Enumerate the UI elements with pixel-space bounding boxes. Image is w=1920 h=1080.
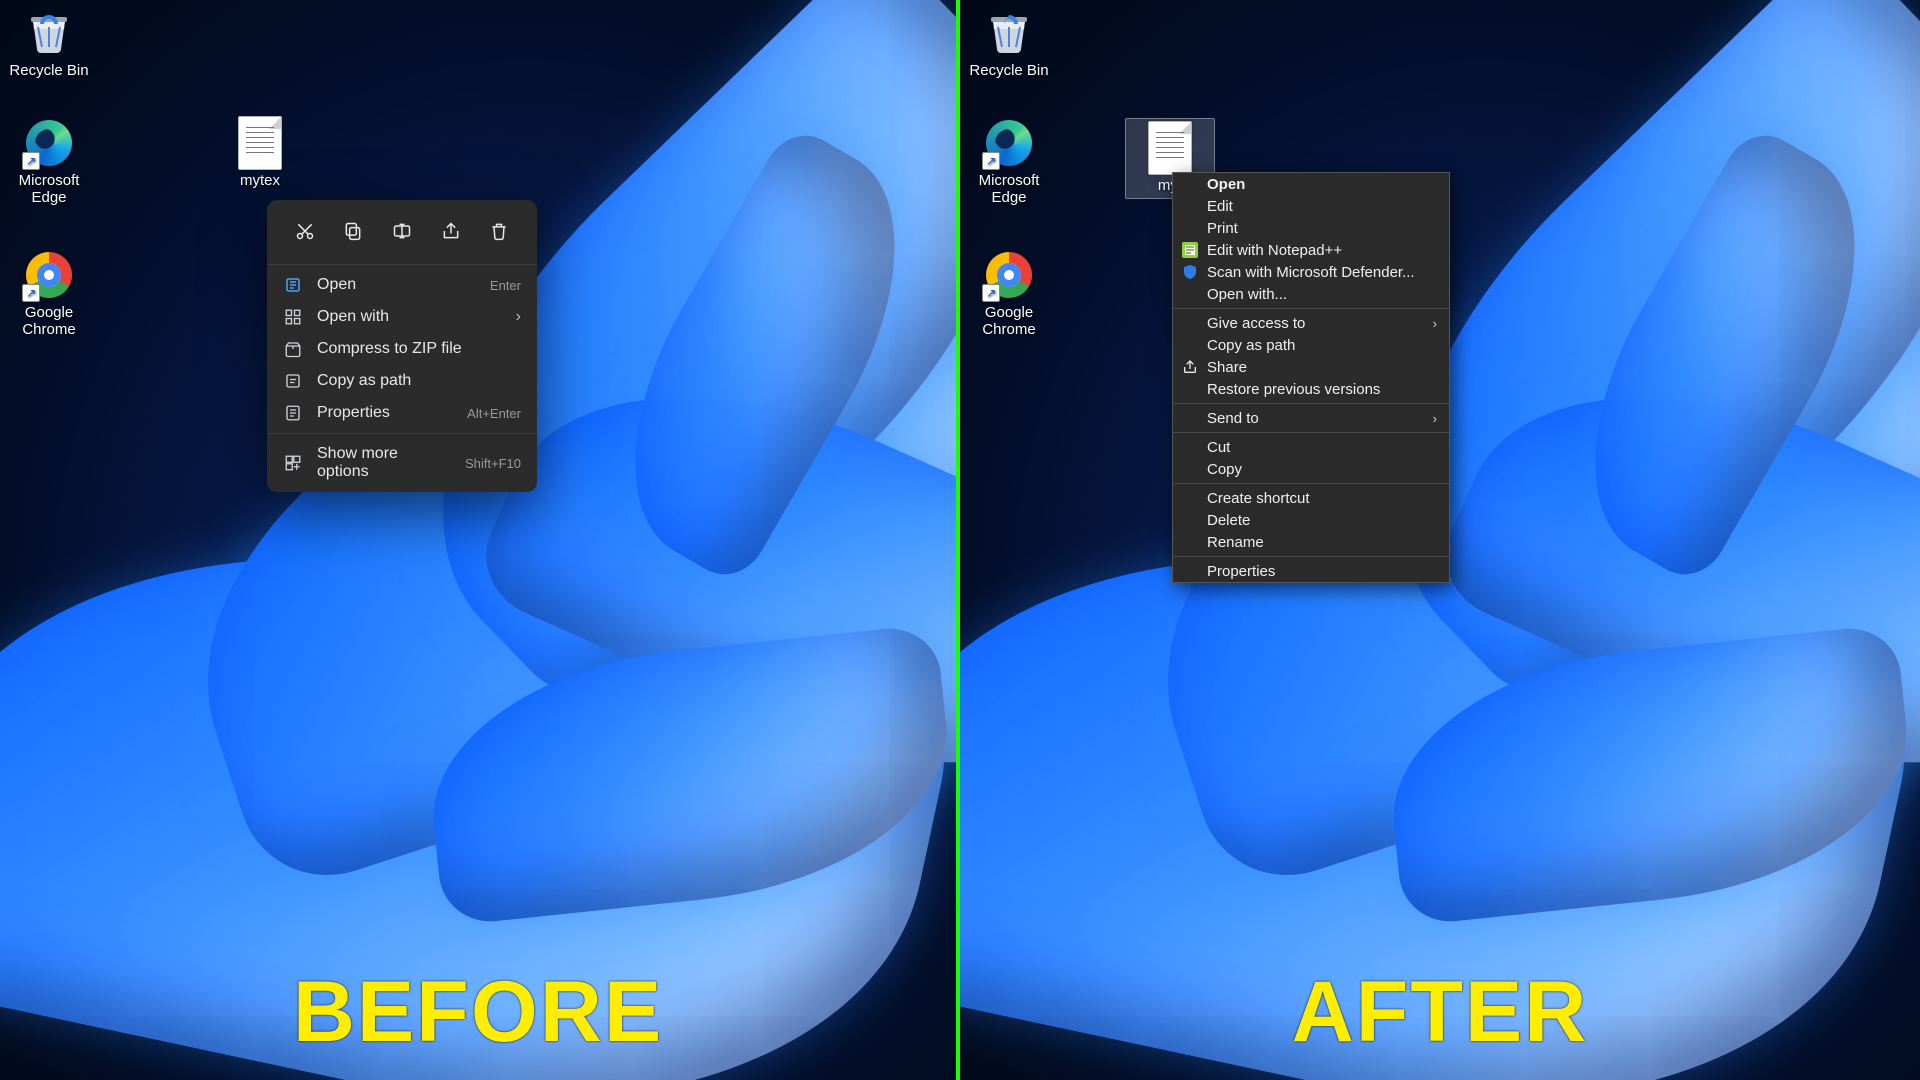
caption-after: AFTER <box>1292 963 1589 1062</box>
desktop-icon-textfile[interactable]: mytex <box>215 118 305 189</box>
context-item-label: Copy <box>1207 461 1437 478</box>
context-item-properties[interactable]: Properties Alt+Enter <box>267 397 537 429</box>
context-item-label: Send to <box>1207 410 1423 427</box>
context-item-hint: Alt+Enter <box>467 406 521 421</box>
context-item-label: Restore previous versions <box>1207 381 1437 398</box>
desktop-icon-edge[interactable]: ↗ Microsoft Edge <box>4 118 94 206</box>
chrome-icon: ↗ <box>984 250 1034 300</box>
context-item-label: Open with <box>317 308 502 326</box>
desktop-icon-label: Microsoft Edge <box>964 172 1054 206</box>
desktop-icon-edge[interactable]: ↗ Microsoft Edge <box>964 118 1054 206</box>
context-menu-win11: Open Enter Open with › Compress to ZIP f… <box>267 200 537 492</box>
context-item-open[interactable]: Open Enter <box>267 269 537 301</box>
shortcut-overlay-icon: ↗ <box>22 152 40 170</box>
copy-button[interactable] <box>336 214 370 248</box>
open-with-icon <box>283 308 303 326</box>
desktop-icon-chrome[interactable]: ↗ Google Chrome <box>4 250 94 338</box>
more-options-icon <box>283 454 303 472</box>
defender-shield-icon <box>1181 264 1199 280</box>
rename-button[interactable] <box>385 214 419 248</box>
context-menu-classic: Open Edit Print Edit with Notepad++ Scan… <box>1172 172 1450 583</box>
desktop-icon-label: Recycle Bin <box>969 62 1048 79</box>
cut-button[interactable] <box>288 214 322 248</box>
chevron-right-icon: › <box>516 308 521 326</box>
context-item-hint: Enter <box>490 278 521 293</box>
classic-item-shortcut[interactable]: Create shortcut <box>1173 487 1449 509</box>
classic-item-give-access[interactable]: Give access to › <box>1173 312 1449 334</box>
classic-item-share[interactable]: Share <box>1173 356 1449 378</box>
desktop-icon-label: Recycle Bin <box>9 62 88 79</box>
context-item-label: Compress to ZIP file <box>317 340 521 358</box>
context-item-compress[interactable]: Compress to ZIP file <box>267 333 537 365</box>
context-item-label: Create shortcut <box>1207 490 1437 507</box>
desktop-icon-label: Google Chrome <box>4 304 94 338</box>
text-file-icon <box>235 118 285 168</box>
context-item-hint: Shift+F10 <box>465 456 521 471</box>
context-item-label: Open <box>317 276 476 294</box>
wallpaper-bloom <box>0 0 956 1080</box>
edge-icon: ↗ <box>24 118 74 168</box>
before-panel: Recycle Bin ↗ Microsoft Edge ↗ Google Ch… <box>0 0 960 1080</box>
text-file-icon <box>1145 123 1195 173</box>
copy-path-icon <box>283 372 303 390</box>
context-item-label: Give access to <box>1207 315 1423 332</box>
after-panel: Recycle Bin ↗ Microsoft Edge ↗ Google Ch… <box>960 0 1920 1080</box>
context-item-label: Delete <box>1207 512 1437 529</box>
chevron-right-icon: › <box>1433 411 1437 426</box>
desktop-icon-recycle-bin[interactable]: Recycle Bin <box>4 8 94 79</box>
context-item-label: Cut <box>1207 439 1437 456</box>
classic-item-edit[interactable]: Edit <box>1173 195 1449 217</box>
context-item-copy-path[interactable]: Copy as path <box>267 365 537 397</box>
context-item-label: Open <box>1207 176 1437 193</box>
chevron-right-icon: › <box>1433 316 1437 331</box>
context-item-label: Open with... <box>1207 286 1437 303</box>
chrome-icon: ↗ <box>24 250 74 300</box>
classic-item-copy-path[interactable]: Copy as path <box>1173 334 1449 356</box>
context-item-label: Copy as path <box>317 372 521 390</box>
open-icon <box>283 276 303 294</box>
shortcut-overlay-icon: ↗ <box>22 284 40 302</box>
share-icon <box>1181 359 1199 375</box>
classic-item-properties[interactable]: Properties <box>1173 560 1449 582</box>
context-item-label: Share <box>1207 359 1437 376</box>
classic-item-defender[interactable]: Scan with Microsoft Defender... <box>1173 261 1449 283</box>
recycle-bin-icon <box>24 8 74 58</box>
context-item-label: Edit with Notepad++ <box>1207 242 1437 259</box>
desktop-icon-chrome[interactable]: ↗ Google Chrome <box>964 250 1054 338</box>
classic-item-restore[interactable]: Restore previous versions <box>1173 378 1449 400</box>
context-item-open-with[interactable]: Open with › <box>267 301 537 333</box>
classic-item-delete[interactable]: Delete <box>1173 509 1449 531</box>
context-item-label: Rename <box>1207 534 1437 551</box>
zip-icon <box>283 340 303 358</box>
caption-before: BEFORE <box>293 963 663 1062</box>
shortcut-overlay-icon: ↗ <box>982 152 1000 170</box>
edge-icon: ↗ <box>984 118 1034 168</box>
recycle-bin-icon <box>984 8 1034 58</box>
context-item-more-options[interactable]: Show more options Shift+F10 <box>267 438 537 488</box>
context-item-label: Show more options <box>317 445 451 481</box>
desktop-icon-label: mytex <box>240 172 280 189</box>
context-item-label: Print <box>1207 220 1437 237</box>
delete-button[interactable] <box>482 214 516 248</box>
properties-icon <box>283 404 303 422</box>
notepadpp-icon <box>1181 242 1199 258</box>
classic-item-open-with[interactable]: Open with... <box>1173 283 1449 305</box>
context-item-label: Properties <box>317 404 453 422</box>
desktop-icon-recycle-bin[interactable]: Recycle Bin <box>964 8 1054 79</box>
desktop-icon-label: Microsoft Edge <box>4 172 94 206</box>
context-item-label: Properties <box>1207 563 1437 580</box>
context-item-label: Copy as path <box>1207 337 1437 354</box>
desktop-icon-label: Google Chrome <box>964 304 1054 338</box>
classic-item-notepadpp[interactable]: Edit with Notepad++ <box>1173 239 1449 261</box>
share-button[interactable] <box>434 214 468 248</box>
context-item-label: Scan with Microsoft Defender... <box>1207 264 1437 281</box>
classic-item-open[interactable]: Open <box>1173 173 1449 195</box>
classic-item-send-to[interactable]: Send to › <box>1173 407 1449 429</box>
context-item-label: Edit <box>1207 198 1437 215</box>
shortcut-overlay-icon: ↗ <box>982 284 1000 302</box>
classic-item-rename[interactable]: Rename <box>1173 531 1449 553</box>
classic-item-print[interactable]: Print <box>1173 217 1449 239</box>
classic-item-cut[interactable]: Cut <box>1173 436 1449 458</box>
classic-item-copy[interactable]: Copy <box>1173 458 1449 480</box>
